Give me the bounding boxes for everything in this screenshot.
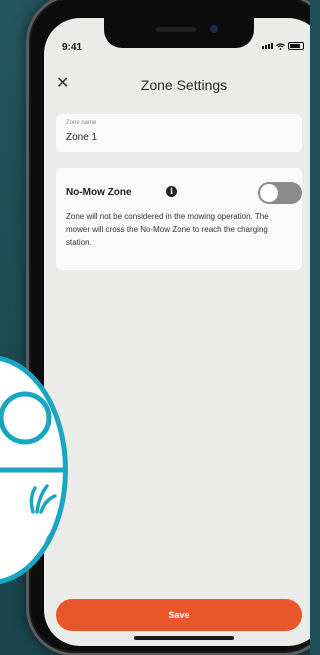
no-mow-zone-description: Zone will not be considered in the mowin… bbox=[66, 212, 269, 247]
scene-background: 9:41 ✕ Zone Settings Zone name Zone 1 No… bbox=[0, 0, 310, 655]
camera-icon bbox=[210, 25, 218, 33]
no-mow-zone-title: No-Mow Zone bbox=[66, 187, 132, 198]
status-time: 9:41 bbox=[62, 42, 83, 53]
signal-icon bbox=[262, 43, 273, 49]
save-button[interactable]: Save bbox=[56, 599, 302, 631]
wifi-icon bbox=[276, 42, 285, 50]
app-screen: 9:41 ✕ Zone Settings Zone name Zone 1 No… bbox=[44, 18, 310, 646]
zone-name-label: Zone name bbox=[66, 120, 97, 126]
zone-name-value[interactable]: Zone 1 bbox=[66, 132, 97, 143]
no-mow-zone-card: No-Mow Zone i Zone will not be considere… bbox=[56, 168, 302, 270]
home-indicator bbox=[134, 636, 234, 640]
nav-bar: ✕ Zone Settings bbox=[44, 66, 310, 106]
battery-icon bbox=[288, 42, 304, 50]
no-mow-zone-toggle[interactable] bbox=[258, 182, 302, 204]
page-title: Zone Settings bbox=[140, 77, 228, 93]
phone-notch bbox=[104, 18, 254, 48]
info-icon[interactable]: i bbox=[166, 186, 177, 197]
speaker-grille bbox=[156, 27, 196, 32]
grass-zone-icon bbox=[0, 391, 63, 554]
toggle-knob bbox=[260, 184, 278, 202]
mowing-zone-badge bbox=[0, 355, 68, 585]
status-icons bbox=[262, 42, 304, 50]
zone-name-field[interactable]: Zone name Zone 1 bbox=[56, 114, 302, 152]
